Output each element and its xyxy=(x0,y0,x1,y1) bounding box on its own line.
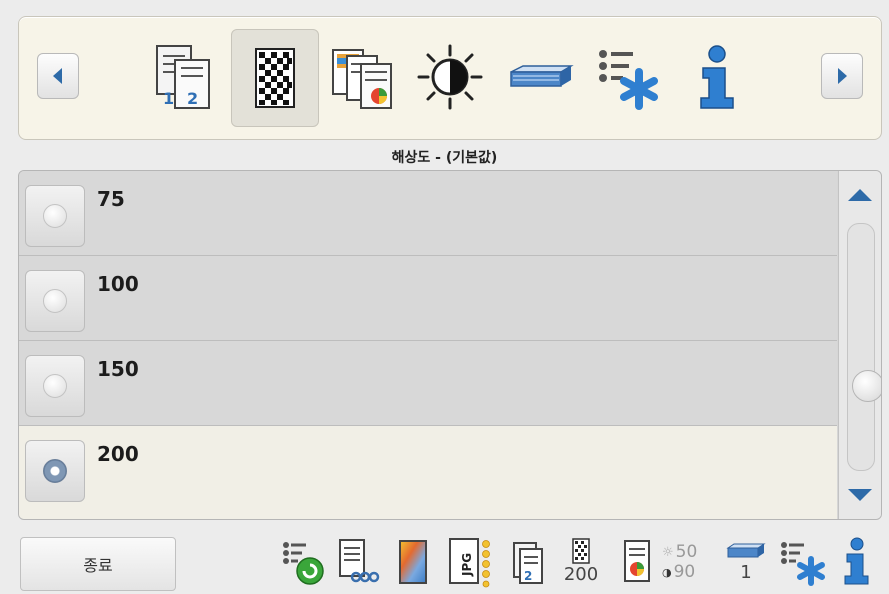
section-title: 해상도 - (기본값) xyxy=(391,150,498,166)
resolution-grid-icon xyxy=(255,48,295,108)
brightness-readout: ☼ 50 xyxy=(662,542,697,562)
resolution-status: 200 xyxy=(558,532,604,592)
scroll-left-button[interactable] xyxy=(37,53,79,99)
scroll-right-button[interactable] xyxy=(821,53,863,99)
svg-text:JPG: JPG xyxy=(460,553,474,577)
brightness-value: 50 xyxy=(675,542,698,562)
color-document-icon xyxy=(624,540,650,582)
svg-text:2: 2 xyxy=(524,569,532,583)
document-status xyxy=(334,532,382,592)
two-sided-document-icon: 2 xyxy=(513,542,543,584)
info-icon xyxy=(844,537,869,585)
advanced-status xyxy=(776,532,830,592)
advanced-settings-icon xyxy=(599,50,658,110)
scroll-track[interactable] xyxy=(847,223,881,471)
radio-indicator xyxy=(43,289,67,313)
paper-source-status: 1 xyxy=(722,532,770,592)
resolution-value: 200 xyxy=(563,564,599,585)
vertical-scrollbar[interactable] xyxy=(838,171,881,519)
triangle-up-icon xyxy=(848,189,872,201)
info-icon xyxy=(700,45,734,109)
list-item[interactable]: 200 xyxy=(19,426,837,519)
chevron-left-icon xyxy=(53,68,62,84)
pages-value: 1 xyxy=(740,562,752,583)
list-item-label: 150 xyxy=(97,357,139,381)
paper-stack-icon xyxy=(510,65,574,87)
triangle-down-icon xyxy=(848,489,872,501)
brightness-contrast-status: ☼ 50 ◑ 90 xyxy=(662,532,712,592)
chevron-right-icon xyxy=(838,68,847,84)
close-button[interactable]: 종료 xyxy=(20,537,176,591)
info-tool-button[interactable] xyxy=(673,29,759,125)
radio-button[interactable] xyxy=(25,270,85,332)
color-documents-icon xyxy=(332,49,392,109)
duplex-status: 2 xyxy=(508,532,548,592)
radio-button[interactable] xyxy=(25,440,85,502)
radio-indicator xyxy=(43,374,67,398)
settings-shortcut-status[interactable] xyxy=(278,532,328,592)
contrast-value: 90 xyxy=(673,562,696,582)
brightness-contrast-icon xyxy=(417,44,483,110)
scroll-up-button[interactable] xyxy=(841,173,879,217)
scroll-thumb[interactable] xyxy=(852,370,881,402)
contrast-readout: ◑ 90 xyxy=(662,562,695,582)
two-sided-document-icon: 1 2 xyxy=(156,45,210,109)
color-document-status xyxy=(616,532,656,592)
advanced-tool-button[interactable] xyxy=(585,29,671,125)
radio-indicator xyxy=(43,459,67,483)
settings-toolbar: 1 2 xyxy=(18,16,882,140)
color-gradient-icon xyxy=(399,540,427,584)
jpg-file-icon: JPG xyxy=(449,538,490,588)
sun-icon: ☼ xyxy=(662,544,674,560)
list-item-label: 100 xyxy=(97,272,139,296)
list-item[interactable]: 100 xyxy=(19,256,837,341)
resolution-list: 75 100 150 200 xyxy=(18,170,882,520)
resolution-tool-button[interactable] xyxy=(231,29,319,127)
duplex-tool-button[interactable]: 1 2 xyxy=(141,29,227,125)
document-binding-icon xyxy=(339,539,380,583)
svg-text:1: 1 xyxy=(163,89,174,108)
file-format-status: JPG xyxy=(444,532,496,592)
advanced-settings-icon xyxy=(781,542,825,586)
color-mode-tool-button[interactable] xyxy=(319,29,405,125)
radio-button[interactable] xyxy=(25,355,85,417)
list-item-label: 75 xyxy=(97,187,125,211)
paper-source-tool-button[interactable] xyxy=(497,29,583,125)
settings-refresh-icon xyxy=(283,542,324,585)
svg-text:2: 2 xyxy=(187,89,198,108)
paper-stack-icon xyxy=(726,543,766,558)
info-status[interactable] xyxy=(836,532,876,592)
list-item-label: 200 xyxy=(97,442,139,466)
list-item[interactable]: 150 xyxy=(19,341,837,426)
resolution-grid-icon xyxy=(572,538,590,564)
brightness-tool-button[interactable] xyxy=(407,29,493,125)
list-item[interactable]: 75 xyxy=(19,171,837,256)
color-status xyxy=(390,532,434,592)
radio-button[interactable] xyxy=(25,185,85,247)
scroll-down-button[interactable] xyxy=(841,473,879,517)
radio-indicator xyxy=(43,204,67,228)
contrast-icon: ◑ xyxy=(662,565,672,579)
